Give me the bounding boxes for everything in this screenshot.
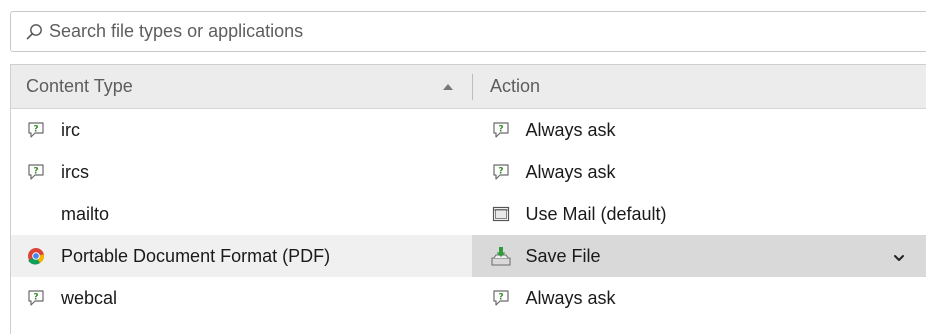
chevron-down-icon[interactable] bbox=[892, 249, 906, 263]
chrome-icon bbox=[25, 245, 47, 267]
content-type-cell: ? ircs bbox=[11, 151, 472, 193]
svg-text:?: ? bbox=[498, 293, 503, 303]
save-file-icon bbox=[490, 245, 512, 267]
content-type-label: irc bbox=[61, 120, 80, 141]
content-type-cell: mailto bbox=[11, 193, 472, 235]
content-type-cell: ? irc bbox=[11, 109, 472, 151]
column-header-action[interactable]: Action bbox=[472, 74, 540, 100]
action-label: Always ask bbox=[526, 120, 616, 141]
svg-text:?: ? bbox=[33, 125, 38, 135]
chat-bubble-icon: ? bbox=[25, 287, 47, 309]
action-cell[interactable]: ? Always ask bbox=[472, 109, 926, 151]
table-header: Content Type Action bbox=[11, 65, 926, 109]
content-type-cell: ? webcal bbox=[11, 277, 472, 319]
content-type-label: ircs bbox=[61, 162, 89, 183]
action-cell[interactable]: ? Always ask bbox=[472, 151, 926, 193]
chat-bubble-icon: ? bbox=[25, 119, 47, 141]
search-icon bbox=[25, 22, 45, 42]
sort-ascending-icon bbox=[443, 84, 453, 90]
table-row-selected[interactable]: Portable Document Format (PDF) Save File bbox=[11, 235, 926, 277]
column-header-content-type[interactable]: Content Type bbox=[11, 65, 472, 108]
action-label: Always ask bbox=[526, 288, 616, 309]
action-label: Save File bbox=[526, 246, 601, 267]
action-dropdown[interactable]: Save File bbox=[472, 235, 926, 277]
action-label: Use Mail (default) bbox=[526, 204, 667, 225]
table-row[interactable]: ? webcal ? Always ask bbox=[11, 277, 926, 319]
table-row[interactable]: ? ircs ? Always ask bbox=[11, 151, 926, 193]
action-cell[interactable]: ? Always ask bbox=[472, 277, 926, 319]
content-type-label: webcal bbox=[61, 288, 117, 309]
content-type-label: Portable Document Format (PDF) bbox=[61, 246, 330, 267]
table-row[interactable]: mailto Use Mail (default) bbox=[11, 193, 926, 235]
svg-text:?: ? bbox=[498, 125, 503, 135]
search-input[interactable] bbox=[47, 20, 847, 43]
chat-bubble-icon: ? bbox=[490, 119, 512, 141]
content-type-cell: Portable Document Format (PDF) bbox=[11, 235, 472, 277]
chat-bubble-icon: ? bbox=[490, 287, 512, 309]
search-field[interactable] bbox=[10, 11, 926, 52]
content-type-label: mailto bbox=[61, 204, 109, 225]
svg-text:?: ? bbox=[498, 167, 503, 177]
chat-bubble-icon: ? bbox=[25, 161, 47, 183]
column-header-label: Action bbox=[490, 76, 540, 97]
mail-app-icon bbox=[490, 203, 512, 225]
svg-text:?: ? bbox=[33, 167, 38, 177]
content-type-table: Content Type Action ? irc ? A bbox=[10, 64, 926, 334]
svg-text:?: ? bbox=[33, 293, 38, 303]
action-label: Always ask bbox=[526, 162, 616, 183]
chat-bubble-icon: ? bbox=[490, 161, 512, 183]
action-cell[interactable]: Use Mail (default) bbox=[472, 193, 926, 235]
column-header-label: Content Type bbox=[26, 76, 133, 97]
table-row[interactable]: ? irc ? Always ask bbox=[11, 109, 926, 151]
